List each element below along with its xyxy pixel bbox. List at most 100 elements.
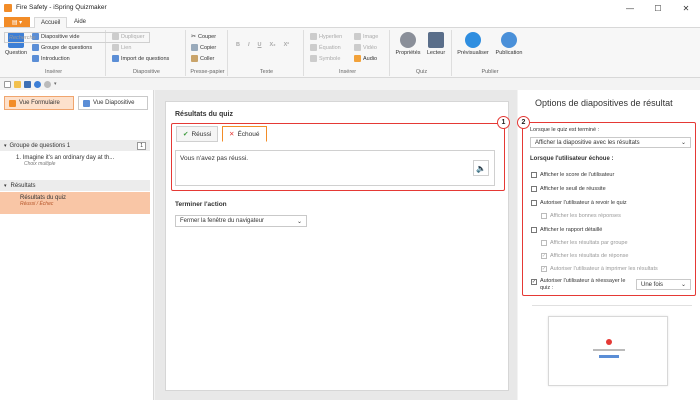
left-panel: Vue Formulaire Vue Diapositive [0,90,154,400]
question-group-row[interactable]: ▾ Groupe de questions 1 1 [0,140,150,151]
import-questions-button[interactable]: Import de questions [112,55,169,62]
checkbox-icon[interactable] [531,172,537,178]
fail-heading: Lorsque l'utilisateur échoue : [530,156,614,162]
check-icon[interactable]: ✓ [541,266,547,272]
audio-icon [354,55,361,62]
chevron-down-icon: ⌄ [680,282,686,288]
question-group-button[interactable]: Groupe de questions [32,44,92,51]
title-bar: Fire Safety - iSpring Quizmaker — ☐ ✕ [0,0,700,16]
option-show-threshold[interactable]: Afficher le seuil de réussite [531,186,606,192]
option-answer-results[interactable]: ✓ Afficher les résultats de réponse [541,253,628,259]
bold-button[interactable]: B [236,42,240,48]
audio-button[interactable]: Audio [354,55,377,62]
option-show-score[interactable]: Afficher le score de l'utilisateur [531,172,614,178]
new-file-icon[interactable] [4,80,11,88]
file-menu-button[interactable]: ▤ ▾ [4,17,30,27]
preview-text-line [593,349,625,351]
globe-icon [501,32,517,48]
undo-icon[interactable] [34,80,41,88]
video-button[interactable]: Vidéo [354,44,377,51]
text-format-row: B I U X₂ X² [236,42,289,48]
equation-icon [310,44,317,51]
checkbox-icon[interactable] [531,186,537,192]
option-allow-retry[interactable]: ✓ Autoriser l'utilisateur à réessayer le … [531,278,627,292]
fail-mark-icon [606,339,612,345]
minimize-button[interactable]: — [616,0,644,16]
subscript-button[interactable]: X₂ [270,42,276,48]
divider [532,305,692,306]
quiz-end-label: Lorsque le quiz est terminé : [530,127,600,133]
options-title: Options de diapositives de résultat [535,98,673,108]
check-icon[interactable]: ✓ [531,279,537,285]
save-icon[interactable] [24,80,31,88]
introduction-button[interactable]: Introduction [32,55,70,62]
option-allow-review[interactable]: Autoriser l'utilisateur à revoir le quiz [531,200,627,206]
ribbon-group-quiz: Propriétés Lecteur Quiz [392,30,452,76]
cross-icon: ✕ [229,131,235,138]
tab-home[interactable]: Accueil [34,17,68,28]
tab-passed[interactable]: ✔ Réussi [176,126,219,142]
equation-button[interactable]: Équation [310,44,341,51]
tab-failed[interactable]: ✕ Échoué [222,126,267,142]
check-icon[interactable]: ✓ [541,253,547,259]
hyperlink-button[interactable]: Hyperlien [310,33,342,40]
ribbon-group-clipboard: ✂ Couper Copier Coller Presse-papier [188,30,228,76]
symbol-icon [310,55,317,62]
image-icon [354,33,361,40]
results-item[interactable]: Résultats du quiz Réussi / Échec [0,192,150,214]
image-button[interactable]: Image [354,33,378,40]
results-group-row[interactable]: ▾ Résultats [0,180,150,191]
link-icon [112,44,119,51]
open-folder-icon[interactable] [14,80,21,88]
end-action-select[interactable]: Fermer la fenêtre du navigateur ⌄ [175,215,307,227]
import-icon [112,55,119,62]
search-input[interactable]: Recherche [4,32,150,43]
tab-help[interactable]: Aide [68,17,92,28]
quiz-end-select[interactable]: Afficher la diapositive avec les résulta… [530,137,691,148]
window-title: Fire Safety - iSpring Quizmaker [16,4,107,11]
form-view-button[interactable]: Vue Formulaire [4,96,74,110]
speaker-icon: 🔈 [476,163,486,173]
preview-button[interactable]: Prévisualiser [454,32,492,56]
callout-badge-1: 1 [497,116,510,129]
player-icon [428,32,444,48]
checkbox-icon[interactable] [531,200,537,206]
italic-button[interactable]: I [248,42,250,48]
feedback-text-field[interactable]: Vous n'avez pas réussi. [175,150,495,186]
slide-preview-thumbnail [548,316,668,386]
close-button[interactable]: ✕ [672,0,700,16]
checkbox-icon[interactable] [541,213,547,219]
ribbon-group-text: B I U X₂ X² Texte [230,30,304,76]
check-icon: ✔ [183,131,189,138]
question-item[interactable]: 1. Imagine it's an ordinary day at th...… [0,155,150,167]
underline-button[interactable]: U [258,42,262,48]
symbol-button[interactable]: Symbole [310,55,340,62]
option-show-report[interactable]: Afficher le rapport détaillé [531,227,602,233]
option-allow-print[interactable]: ✓ Autoriser l'utilisateur à imprimer les … [541,266,658,272]
retry-count-select[interactable]: Une fois ⌄ [636,279,691,290]
app-icon [4,4,12,12]
group-icon [32,44,39,51]
sound-button[interactable]: 🔈 [473,160,489,176]
superscript-button[interactable]: X² [284,42,290,48]
customize-dropdown-icon[interactable]: ▾ [54,81,57,87]
checkbox-icon[interactable] [541,240,547,246]
publication-button[interactable]: Publication [492,32,526,56]
player-button[interactable]: Lecteur [424,32,448,56]
page-title: Résultats du quiz [175,111,233,118]
option-results-by-group[interactable]: Afficher les résultats par groupe [541,240,628,246]
checkbox-icon[interactable] [531,227,537,233]
group-count-badge: 1 [137,141,146,150]
maximize-button[interactable]: ☐ [644,0,672,16]
slide-view-button[interactable]: Vue Diapositive [78,96,148,110]
end-action-label: Terminer l'action [175,201,227,208]
quick-access-toolbar: ▾ [0,79,700,89]
option-show-correct[interactable]: Afficher les bonnes réponses [541,213,621,219]
copy-button[interactable]: Copier [191,44,216,51]
link-button[interactable]: Lien [112,44,131,51]
cut-button[interactable]: ✂ Couper [191,33,216,41]
ribbon-group-insert-media: Hyperlien Équation Symbole Image Vidéo A… [306,30,390,76]
redo-icon[interactable] [44,80,51,88]
paste-button[interactable]: Coller [191,55,214,62]
properties-button[interactable]: Propriétés [394,32,422,56]
